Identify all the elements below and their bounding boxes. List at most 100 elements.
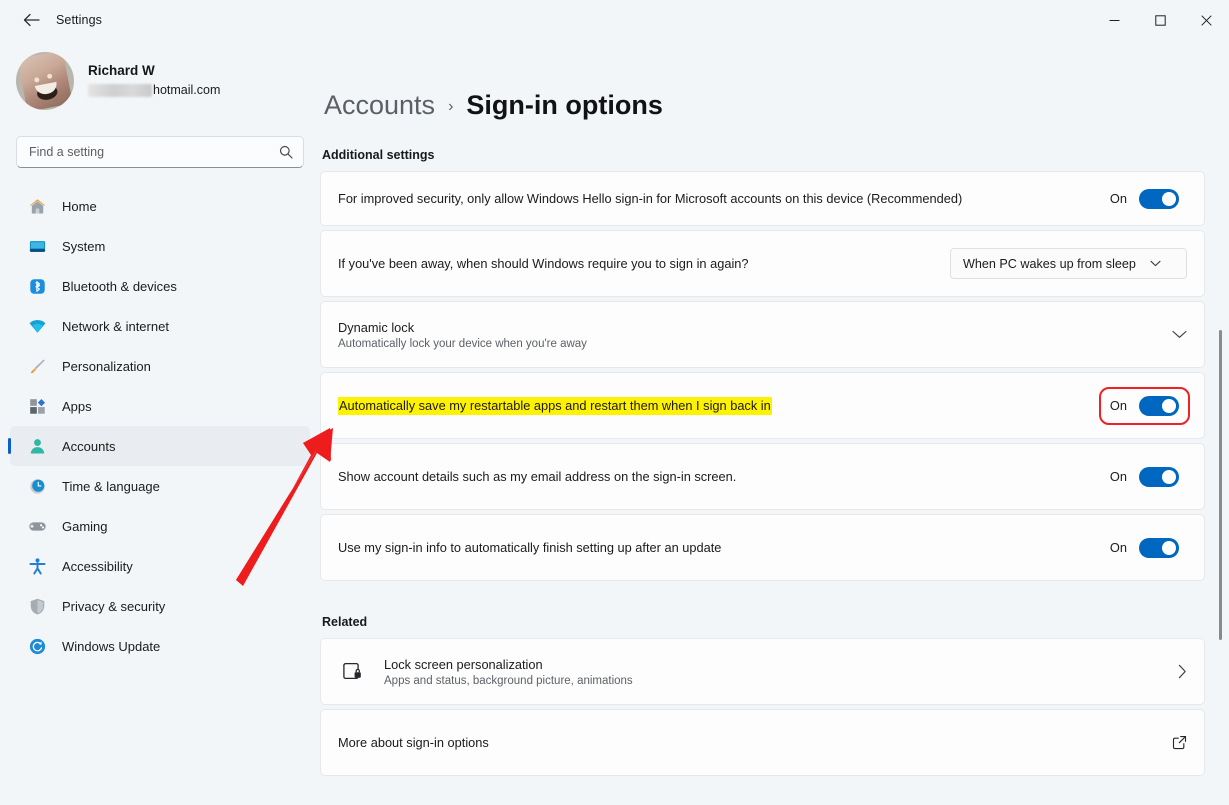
sidebar-item-privacy-security[interactable]: Privacy & security <box>10 586 310 626</box>
sidebar-item-bluetooth[interactable]: Bluetooth & devices <box>10 266 310 306</box>
external-link-icon <box>1172 735 1187 750</box>
toggle-switch[interactable] <box>1139 466 1179 487</box>
profile-email: hotmail.com <box>88 83 220 99</box>
sidebar-item-label: Apps <box>62 398 92 414</box>
minimize-button[interactable] <box>1091 0 1137 40</box>
bluetooth-icon <box>26 275 48 297</box>
section-heading-related: Related <box>322 615 368 629</box>
setting-row-restartable-apps[interactable]: Automatically save my restartable apps a… <box>320 372 1205 439</box>
sidebar-item-label: Accounts <box>62 438 116 454</box>
update-refresh-icon <box>26 635 48 657</box>
breadcrumb-separator-icon: › <box>448 98 454 115</box>
toggle-hello-only[interactable]: On <box>1102 183 1187 215</box>
setting-subtitle: Automatically lock your device when you'… <box>338 337 587 350</box>
window-body: Richard W hotmail.com Find a setting Hom… <box>0 40 1229 805</box>
sidebar-item-personalization[interactable]: Personalization <box>10 346 310 386</box>
setting-row-show-account-details[interactable]: Show account details such as my email ad… <box>320 443 1205 510</box>
sidebar-item-time-language[interactable]: Time & language <box>10 466 310 506</box>
breadcrumb-parent[interactable]: Accounts <box>324 90 435 121</box>
sidebar-item-home[interactable]: Home <box>10 186 310 226</box>
window-controls <box>1091 0 1229 40</box>
section-heading-additional: Additional settings <box>322 148 435 162</box>
setting-label: Automatically save my restartable apps a… <box>338 397 772 415</box>
sidebar-item-label: Gaming <box>62 518 108 534</box>
sidebar-nav: Home System Bluetooth & devices Network … <box>0 186 320 666</box>
setting-label-wrap: Automatically save my restartable apps a… <box>338 397 1086 415</box>
sidebar-item-label: Accessibility <box>62 558 133 574</box>
profile-name: Richard W <box>88 63 155 79</box>
related-row-more-about[interactable]: More about sign-in options <box>320 709 1205 776</box>
sidebar-item-accessibility[interactable]: Accessibility <box>10 546 310 586</box>
chevron-down-icon[interactable] <box>1172 330 1187 339</box>
sidebar-item-label: Bluetooth & devices <box>62 278 177 294</box>
dropdown-selected-value: When PC wakes up from sleep <box>963 256 1136 271</box>
redacted-email-icon <box>88 84 152 98</box>
search-box[interactable] <box>16 136 304 168</box>
search-icon <box>279 145 293 159</box>
wifi-icon <box>26 315 48 337</box>
setting-row-dynamic-lock[interactable]: Dynamic lock Automatically lock your dev… <box>320 301 1205 368</box>
setting-label: Use my sign-in info to automatically fin… <box>338 540 722 555</box>
gamepad-icon <box>26 515 48 537</box>
toggle-switch[interactable] <box>1139 395 1179 416</box>
apps-icon <box>26 395 48 417</box>
sidebar-item-apps[interactable]: Apps <box>10 386 310 426</box>
setting-label: For improved security, only allow Window… <box>338 191 963 206</box>
related-title: More about sign-in options <box>338 735 489 750</box>
toggle-switch[interactable] <box>1139 537 1179 558</box>
close-button[interactable] <box>1183 0 1229 40</box>
setting-row-require-signin[interactable]: If you've been away, when should Windows… <box>320 230 1205 297</box>
additional-settings-cards: For improved security, only allow Window… <box>320 171 1205 581</box>
account-person-icon <box>26 435 48 457</box>
setting-title: Dynamic lock <box>338 319 415 335</box>
sidebar-item-label: System <box>62 238 106 254</box>
sidebar-item-label: Network & internet <box>62 318 169 334</box>
paintbrush-icon <box>26 355 48 377</box>
shield-icon <box>26 595 48 617</box>
sidebar-item-label: Windows Update <box>62 638 161 654</box>
sidebar-item-gaming[interactable]: Gaming <box>10 506 310 546</box>
sidebar-item-label: Personalization <box>62 358 151 374</box>
page-title: Sign-in options <box>466 90 663 120</box>
search-input[interactable] <box>29 145 279 159</box>
window-title: Settings <box>56 13 102 27</box>
toggle-state-label: On <box>1109 398 1127 413</box>
toggle-state-label: On <box>1109 540 1127 555</box>
related-row-lock-screen[interactable]: Lock screen personalization Apps and sta… <box>320 638 1205 705</box>
sidebar-item-network[interactable]: Network & internet <box>10 306 310 346</box>
sidebar-item-label: Home <box>62 198 97 214</box>
sidebar: Richard W hotmail.com Find a setting Hom… <box>0 40 320 805</box>
toggle-restartable-apps[interactable]: On <box>1098 386 1191 425</box>
chevron-right-icon <box>1178 664 1187 679</box>
clock-icon <box>26 475 48 497</box>
setting-label: Show account details such as my email ad… <box>338 469 737 484</box>
sidebar-item-windows-update[interactable]: Windows Update <box>10 626 310 666</box>
profile-email-domain: hotmail.com <box>153 83 221 98</box>
home-icon <box>26 195 48 217</box>
title-bar: Settings <box>0 0 1229 40</box>
toggle-state-label: On <box>1109 469 1127 484</box>
main-content: Accounts › Sign-in options Additional se… <box>320 40 1229 805</box>
profile-block[interactable]: Richard W hotmail.com <box>16 52 320 110</box>
related-subtitle: Apps and status, background picture, ani… <box>384 674 633 687</box>
accessibility-icon <box>26 555 48 577</box>
related-title: Lock screen personalization <box>384 656 543 672</box>
settings-window: Settings Richard W hotmail.com Find a se… <box>0 0 1229 805</box>
sidebar-item-system[interactable]: System <box>10 226 310 266</box>
toggle-finish-setup[interactable]: On <box>1102 532 1187 564</box>
related-cards: Lock screen personalization Apps and sta… <box>320 638 1205 776</box>
toggle-state-label: On <box>1109 191 1127 206</box>
require-signin-dropdown[interactable]: When PC wakes up from sleep <box>950 248 1187 279</box>
setting-label: If you've been away, when should Windows… <box>338 256 749 271</box>
lock-screen-icon <box>338 657 368 687</box>
back-arrow-icon[interactable] <box>14 5 48 35</box>
system-icon <box>26 235 48 257</box>
toggle-show-account-details[interactable]: On <box>1102 461 1187 493</box>
sidebar-item-accounts[interactable]: Accounts <box>10 426 310 466</box>
vertical-scrollbar[interactable] <box>1219 330 1222 640</box>
setting-row-hello-only[interactable]: For improved security, only allow Window… <box>320 171 1205 226</box>
sidebar-item-label: Time & language <box>62 478 160 494</box>
maximize-button[interactable] <box>1137 0 1183 40</box>
setting-row-finish-setup[interactable]: Use my sign-in info to automatically fin… <box>320 514 1205 581</box>
toggle-switch[interactable] <box>1139 188 1179 209</box>
